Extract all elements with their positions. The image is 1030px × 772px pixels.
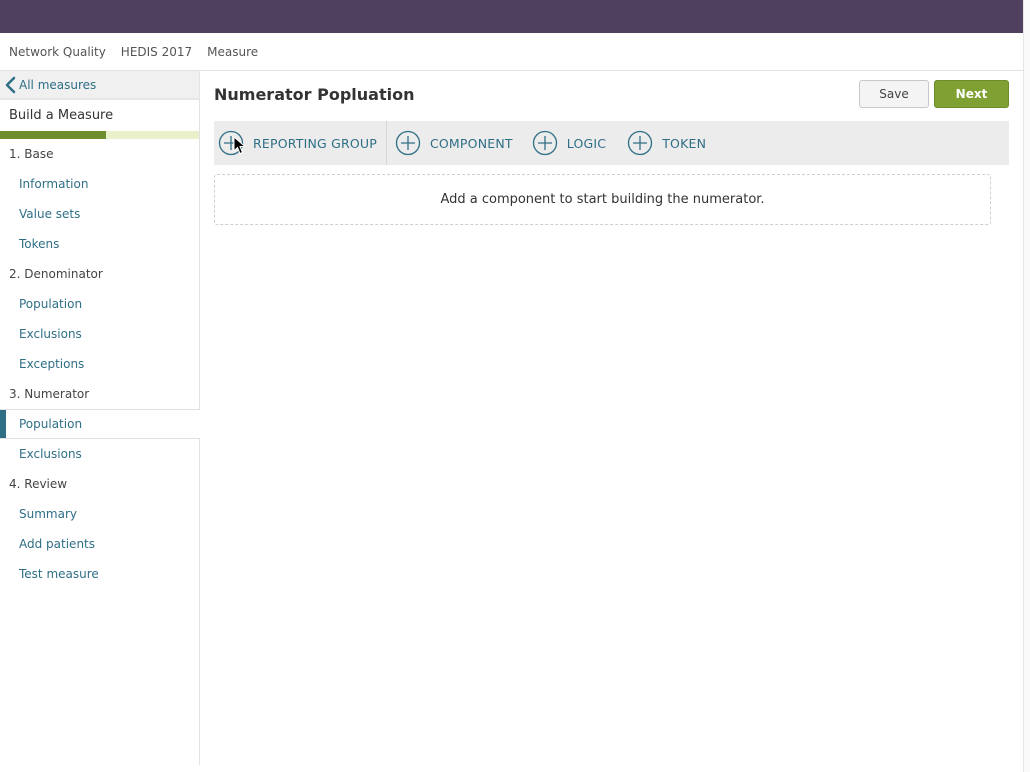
plus-circle-icon xyxy=(628,130,653,156)
add-component-button[interactable]: COMPONENT xyxy=(395,121,513,165)
build-measure-title: Build a Measure xyxy=(0,99,199,131)
add-token-button[interactable]: TOKEN xyxy=(627,121,706,165)
plus-circle-icon xyxy=(395,130,421,156)
top-app-bar xyxy=(0,0,1023,33)
chevron-left-icon xyxy=(5,76,16,93)
sidebar: All measures Build a Measure 1. Base Inf… xyxy=(0,71,200,765)
sidebar-item-test-measure[interactable]: Test measure xyxy=(0,559,199,589)
sidebar-item-denominator-exceptions[interactable]: Exceptions xyxy=(0,349,199,379)
sidebar-nav: 1. Base Information Value sets Tokens 2.… xyxy=(0,139,200,589)
sidebar-item-summary[interactable]: Summary xyxy=(0,499,199,529)
breadcrumb: Network Quality HEDIS 2017 Measure xyxy=(0,33,1023,71)
window-edge xyxy=(1023,0,1030,772)
sidebar-item-information[interactable]: Information xyxy=(0,169,199,199)
build-progress-bar xyxy=(0,131,199,139)
component-label: COMPONENT xyxy=(429,135,513,151)
builder-toolbar: REPORTING GROUP COMPONENT LOGIC TOKEN xyxy=(214,121,1009,165)
sidebar-item-add-patients[interactable]: Add patients xyxy=(0,529,199,559)
all-measures-link[interactable]: All measures xyxy=(0,71,199,99)
sidebar-item-numerator-exclusions[interactable]: Exclusions xyxy=(0,439,199,469)
sidebar-item-tokens[interactable]: Tokens xyxy=(0,229,199,259)
sidebar-item-denominator-population[interactable]: Population xyxy=(0,289,199,319)
breadcrumb-network-quality[interactable]: Network Quality xyxy=(9,45,106,59)
all-measures-label: All measures xyxy=(19,77,97,92)
sidebar-section-denominator[interactable]: 2. Denominator xyxy=(0,259,199,289)
build-progress-fill xyxy=(0,131,107,139)
sidebar-item-denominator-exclusions[interactable]: Exclusions xyxy=(0,319,199,349)
reporting-group-label: REPORTING GROUP xyxy=(253,135,377,151)
sidebar-section-numerator[interactable]: 3. Numerator xyxy=(0,379,199,409)
sidebar-item-value-sets[interactable]: Value sets xyxy=(0,199,199,229)
token-label: TOKEN xyxy=(662,135,707,151)
breadcrumb-measure[interactable]: Measure xyxy=(207,45,258,59)
sidebar-section-base[interactable]: 1. Base xyxy=(0,139,199,169)
sidebar-item-numerator-population[interactable]: Population xyxy=(0,409,200,439)
sidebar-section-review[interactable]: 4. Review xyxy=(0,469,199,499)
logic-label: LOGIC xyxy=(566,135,607,151)
breadcrumb-hedis-2017[interactable]: HEDIS 2017 xyxy=(121,45,192,59)
plus-circle-icon xyxy=(532,130,557,156)
numerator-drop-zone: Add a component to start building the nu… xyxy=(214,174,991,225)
next-button[interactable]: Next xyxy=(934,80,1009,108)
mouse-cursor-icon xyxy=(233,136,247,155)
empty-state-message: Add a component to start building the nu… xyxy=(440,192,765,207)
save-button[interactable]: Save xyxy=(859,80,929,108)
page-title: Numerator Popluation xyxy=(214,85,415,104)
add-logic-button[interactable]: LOGIC xyxy=(532,121,606,165)
